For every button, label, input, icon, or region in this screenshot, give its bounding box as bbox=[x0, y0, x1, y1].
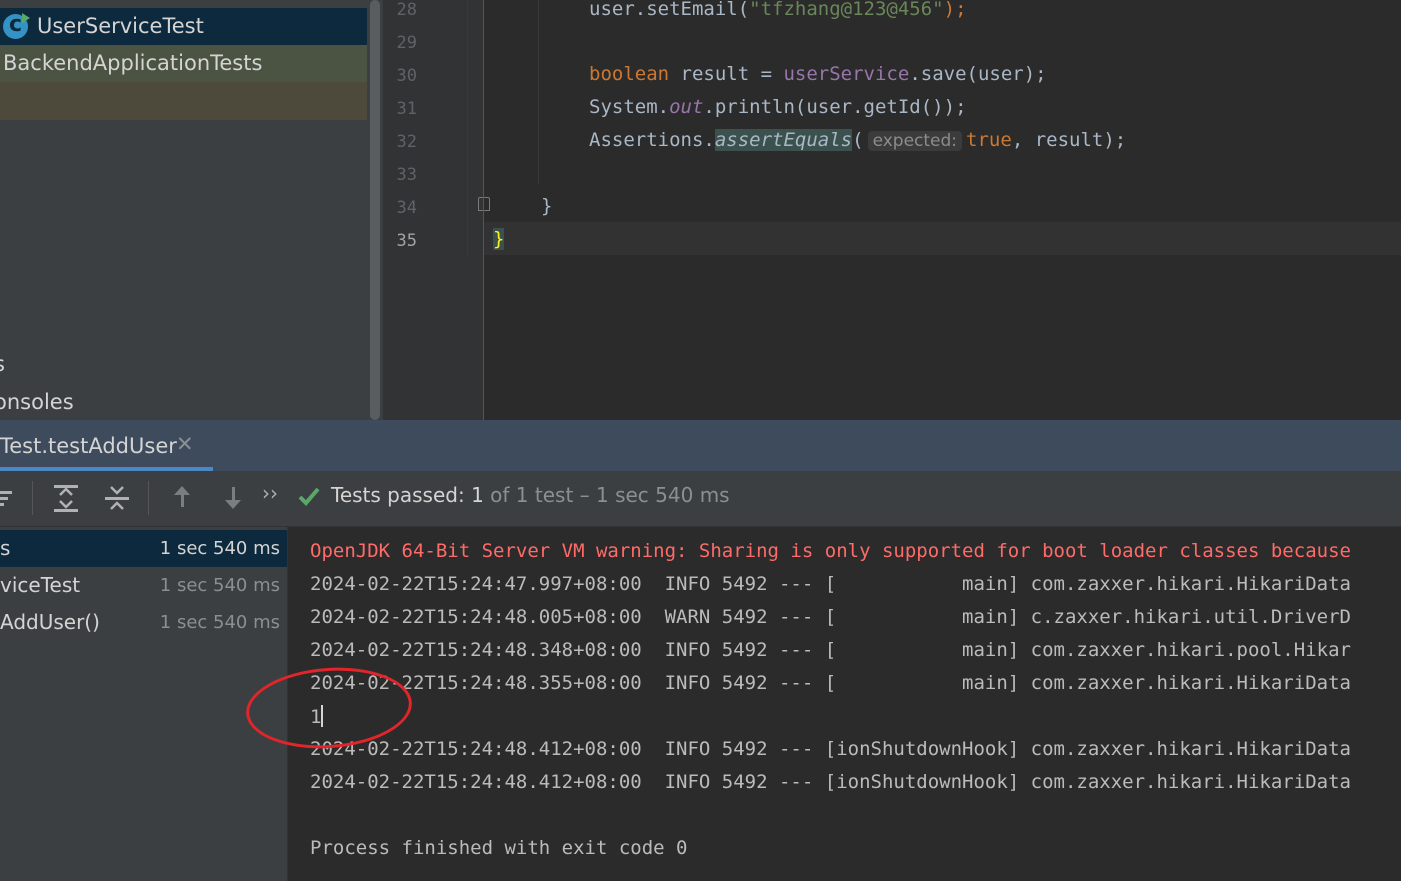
tree-item-consoles[interactable]: onsoles bbox=[0, 384, 367, 420]
test-row[interactable]: s 1 sec 540 ms bbox=[0, 530, 287, 567]
console-line: 2024-02-22T15:24:48.348+08:00 INFO 5492 … bbox=[310, 639, 1351, 661]
console-output-value: 1 bbox=[310, 705, 324, 728]
code-line-31: System.out.println(user.getId()); bbox=[589, 96, 967, 118]
test-name: AddUser() bbox=[0, 610, 100, 634]
text-caret bbox=[321, 705, 324, 727]
test-row[interactable]: viceTest 1 sec 540 ms bbox=[0, 567, 287, 604]
line-number: 33 bbox=[396, 165, 417, 185]
line-number: 30 bbox=[396, 66, 417, 86]
code-line-32: Assertions.assertEquals(expected: true, r… bbox=[589, 129, 1127, 151]
tree-item-userservicetest[interactable]: UserServiceTest bbox=[0, 6, 367, 45]
run-tab-label: Test.testAddUser bbox=[0, 434, 177, 458]
test-name: viceTest bbox=[0, 573, 81, 597]
parameter-hint: expected: bbox=[867, 131, 963, 151]
check-icon bbox=[298, 487, 320, 506]
test-row[interactable]: AddUser() 1 sec 540 ms bbox=[0, 604, 287, 641]
console-exit-message: Process finished with exit code 0 bbox=[310, 837, 688, 859]
next-test-icon[interactable] bbox=[218, 483, 248, 513]
code-line-34: } bbox=[541, 195, 553, 217]
tree-item-label: BackendApplicationTests bbox=[3, 51, 263, 75]
line-gutter: 28 29 30 31 32 33 34 35 bbox=[383, 0, 490, 420]
project-scrollbar[interactable] bbox=[367, 0, 383, 420]
test-class-icon bbox=[3, 6, 30, 43]
expand-all-icon[interactable] bbox=[51, 483, 81, 513]
line-number-current: 35 bbox=[396, 231, 417, 251]
line-number: 32 bbox=[396, 132, 417, 152]
console-line: 2024-02-22T15:24:47.997+08:00 INFO 5492 … bbox=[310, 573, 1351, 595]
collapse-all-icon[interactable] bbox=[102, 483, 132, 513]
line-number: 31 bbox=[396, 99, 417, 119]
tree-item-empty[interactable] bbox=[0, 82, 367, 120]
test-duration: 1 sec 540 ms bbox=[159, 538, 280, 559]
run-toolbar: ›› Tests passed: 1 of 1 test – 1 sec 540… bbox=[0, 471, 1401, 527]
console-line: 2024-02-22T15:24:48.355+08:00 INFO 5492 … bbox=[310, 672, 1351, 694]
test-duration: 1 sec 540 ms bbox=[159, 612, 280, 633]
fold-icon[interactable] bbox=[478, 197, 490, 211]
code-line-35: } bbox=[493, 228, 505, 250]
test-results-tree: s 1 sec 540 ms viceTest 1 sec 540 ms Add… bbox=[0, 527, 287, 881]
previous-test-icon[interactable] bbox=[167, 483, 197, 513]
test-duration: 1 sec 540 ms bbox=[159, 575, 280, 596]
console-warning-line: OpenJDK 64-Bit Server VM warning: Sharin… bbox=[310, 540, 1351, 562]
tests-status: Tests passed: 1 of 1 test – 1 sec 540 ms bbox=[331, 483, 730, 507]
current-line-highlight bbox=[484, 222, 1401, 255]
project-tree-panel: UserServiceTest BackendApplicationTests … bbox=[0, 0, 367, 420]
run-tool-window-header: Test.testAddUser ✕ bbox=[0, 420, 1401, 471]
console-line: 2024-02-22T15:24:48.005+08:00 WARN 5492 … bbox=[310, 606, 1351, 628]
tree-item-backendapplicationtests[interactable]: BackendApplicationTests bbox=[0, 45, 367, 82]
line-number: 29 bbox=[396, 33, 417, 53]
more-actions-icon[interactable]: ›› bbox=[262, 481, 278, 505]
line-number: 28 bbox=[396, 0, 417, 20]
console-line: 2024-02-22T15:24:48.412+08:00 INFO 5492 … bbox=[310, 738, 1351, 760]
line-number: 34 bbox=[396, 198, 417, 218]
sort-icon[interactable] bbox=[0, 483, 20, 513]
code-line-28: user.setEmail("tfzhang@123@456"); bbox=[589, 0, 967, 20]
tree-item-label: UserServiceTest bbox=[37, 14, 204, 38]
tree-item-label: s bbox=[0, 346, 5, 383]
tree-item-scratches[interactable]: s bbox=[0, 346, 367, 383]
console-output[interactable]: OpenJDK 64-Bit Server VM warning: Sharin… bbox=[287, 527, 1401, 881]
test-name: s bbox=[0, 536, 11, 560]
code-editor[interactable]: 28 29 30 31 32 33 34 35 user.setEmail("t… bbox=[383, 0, 1401, 420]
close-icon[interactable]: ✕ bbox=[176, 432, 194, 456]
console-line: 2024-02-22T15:24:48.412+08:00 INFO 5492 … bbox=[310, 771, 1351, 793]
run-tab[interactable]: Test.testAddUser ✕ bbox=[0, 420, 213, 471]
code-line-30: boolean result = userService.save(user); bbox=[589, 63, 1047, 85]
tree-item-label: onsoles bbox=[0, 390, 74, 414]
